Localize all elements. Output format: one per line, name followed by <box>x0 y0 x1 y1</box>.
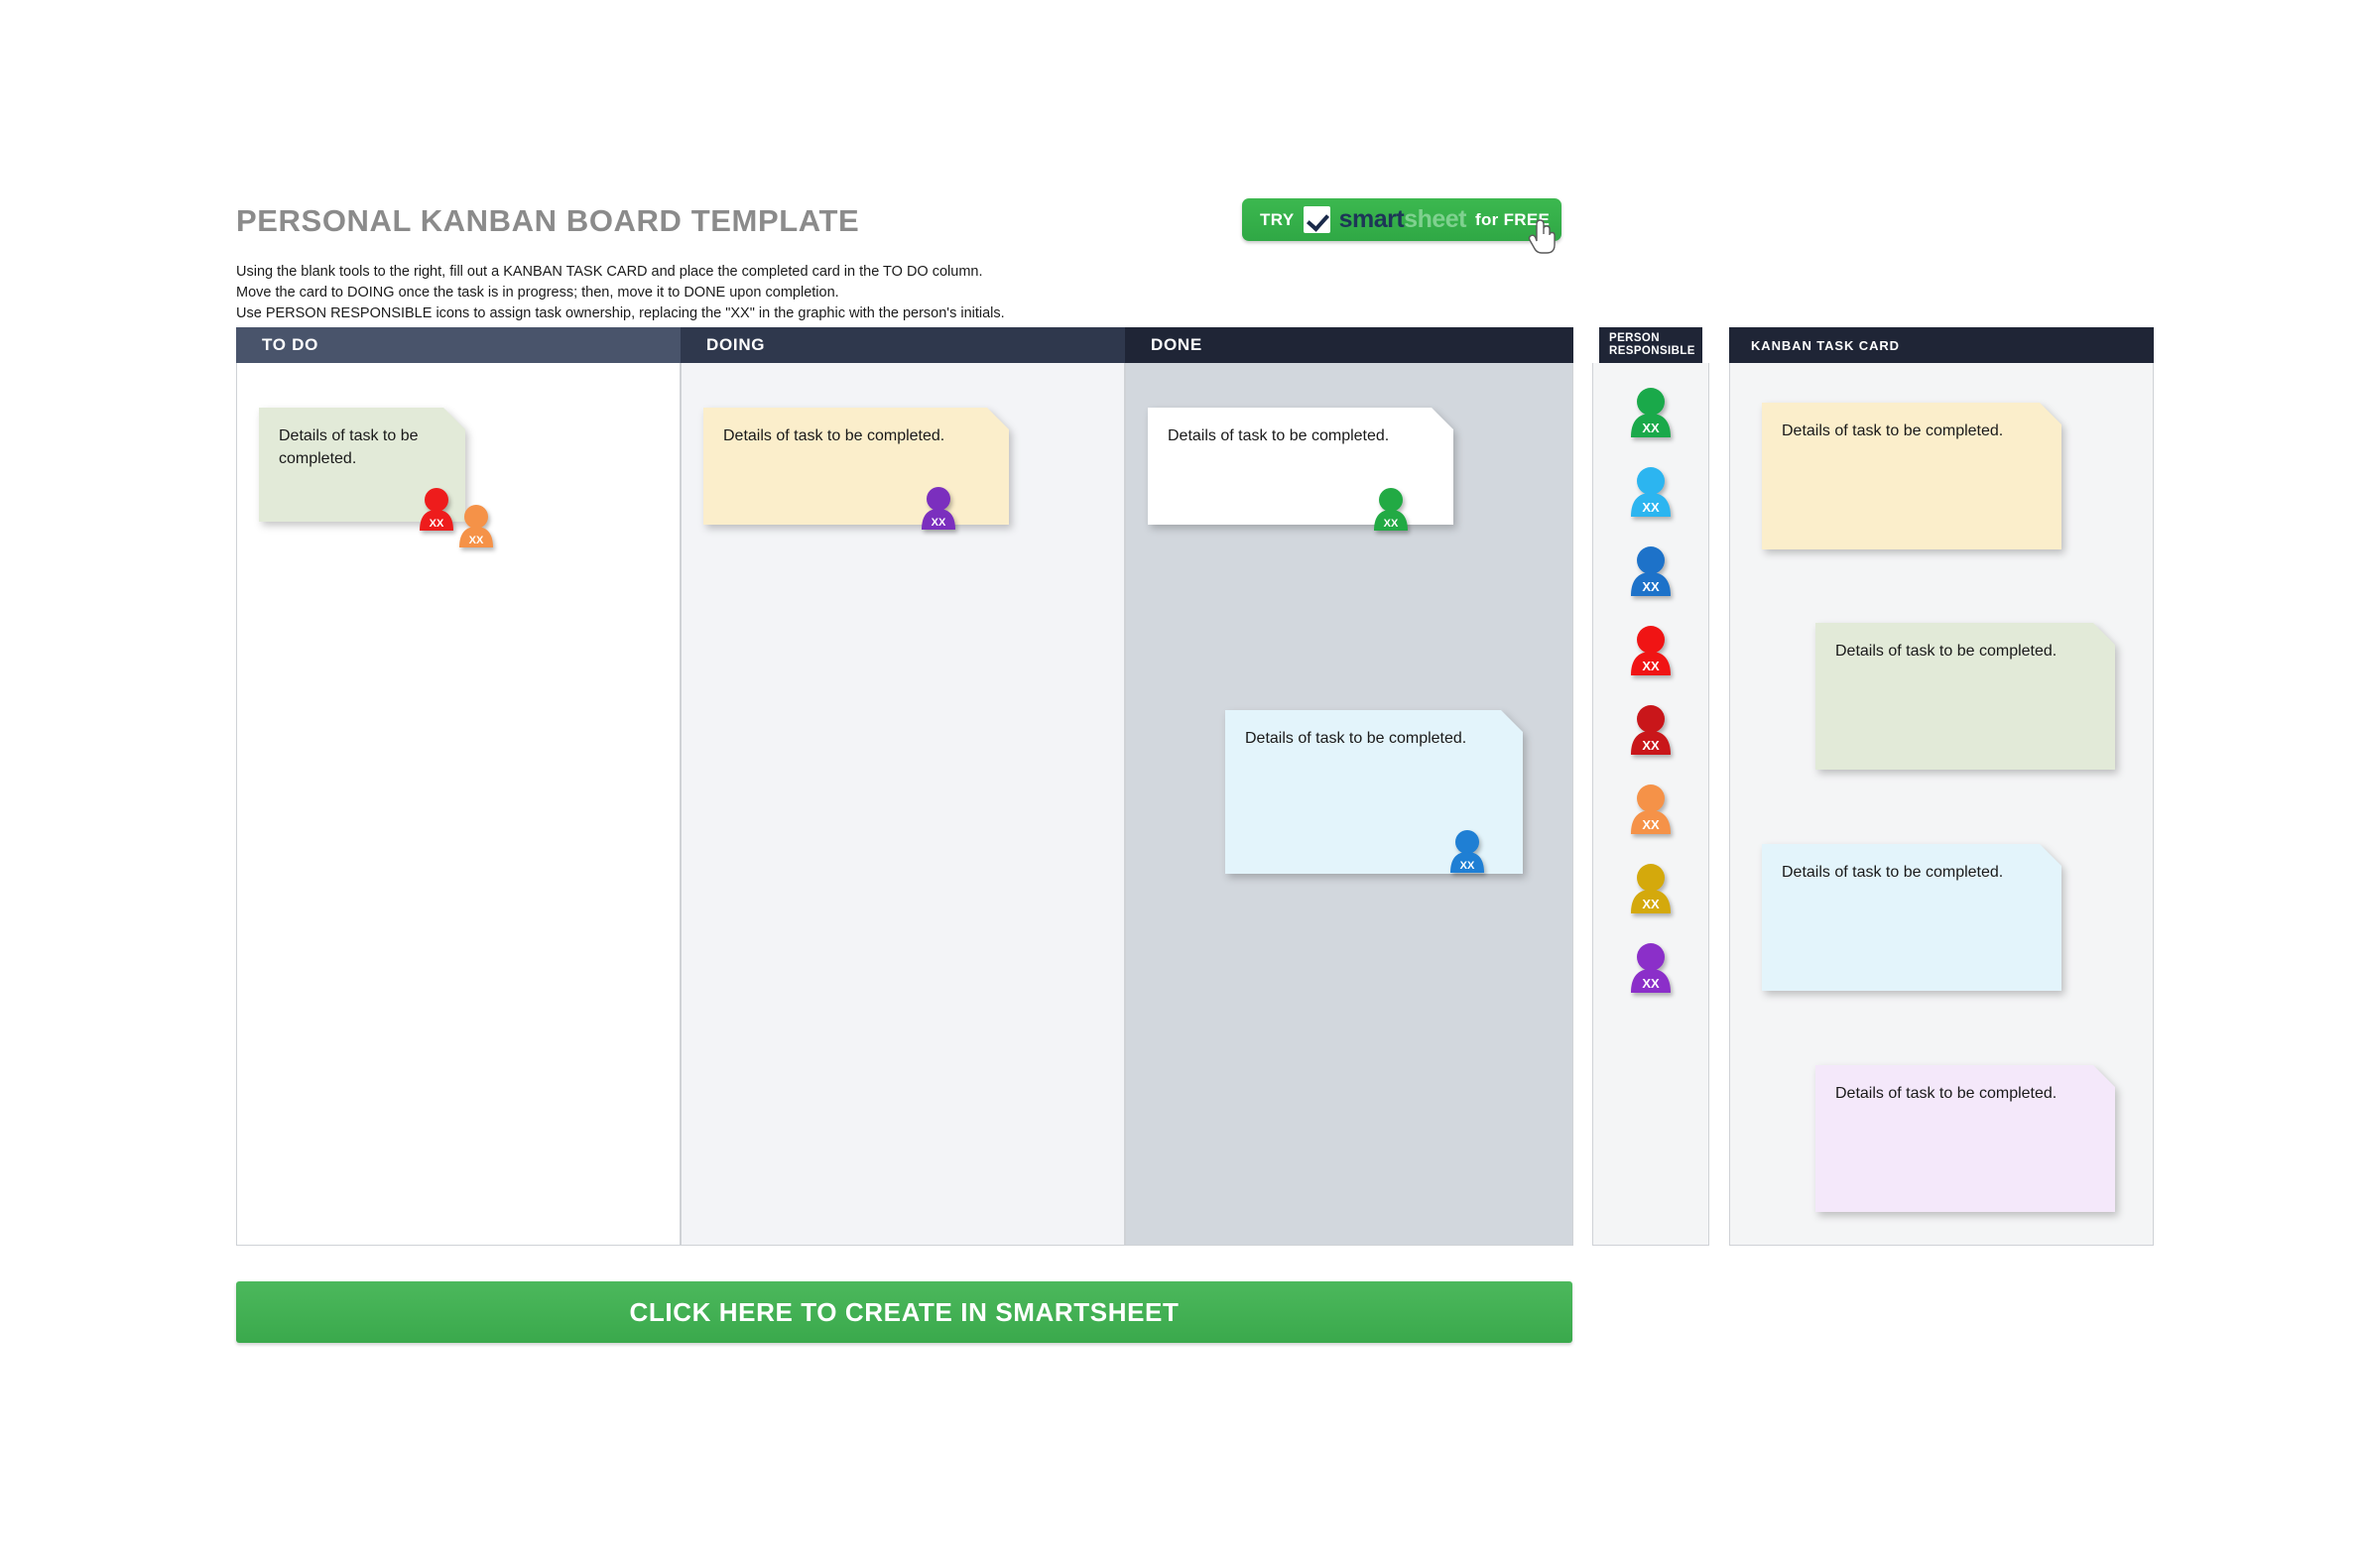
create-in-smartsheet-button[interactable]: CLICK HERE TO CREATE IN SMARTSHEET <box>236 1281 1572 1343</box>
task-card-text: Details of task to be completed. <box>723 427 945 444</box>
column-body-todo[interactable]: Details of task to be completed. XX XX <box>236 363 681 1246</box>
person-icon-dark-red[interactable]: XX <box>1629 702 1673 757</box>
kanban-template-page: PERSONAL KANBAN BOARD TEMPLATE Using the… <box>0 0 2370 1568</box>
task-card-text: Details of task to be completed. <box>1168 427 1390 444</box>
person-icon-green[interactable]: XX <box>1629 385 1673 439</box>
instruction-line-3: Use PERSON RESPONSIBLE icons to assign t… <box>236 305 1005 321</box>
column-header-person-responsible: PERSON RESPONSIBLE <box>1599 327 1702 363</box>
person-responsible-icon[interactable]: XX <box>1448 827 1486 875</box>
person-initials: XX <box>1642 976 1660 991</box>
person-icon-blue[interactable]: XX <box>1629 543 1673 598</box>
kanban-task-card-palette[interactable]: Details of task to be completed. Details… <box>1729 363 2154 1246</box>
blank-task-card[interactable]: Details of task to be completed. <box>1762 844 2061 991</box>
person-responsible-icon[interactable]: XX <box>457 502 495 549</box>
column-header-kanban-task-card: KANBAN TASK CARD <box>1729 327 2154 363</box>
smartsheet-logo: smartsheet <box>1338 205 1467 233</box>
blank-task-card[interactable]: Details of task to be completed. <box>1815 623 2115 770</box>
person-icon-orange[interactable]: XX <box>1629 782 1673 836</box>
person-responsible-header-line2: RESPONSIBLE <box>1609 345 1695 357</box>
task-card-text: Details of task to be completed. <box>279 427 419 467</box>
person-initials: XX <box>469 535 484 546</box>
person-icon-red[interactable]: XX <box>1629 623 1673 677</box>
person-icon-purple[interactable]: XX <box>1629 940 1673 995</box>
person-initials: XX <box>1642 579 1660 594</box>
column-todo: TO DO Details of task to be completed. X… <box>236 327 681 1246</box>
person-initials: XX <box>1642 738 1660 753</box>
column-header-doing: DOING <box>681 327 1125 363</box>
column-body-doing[interactable]: Details of task to be completed. XX <box>681 363 1125 1246</box>
person-initials: XX <box>1642 500 1660 515</box>
person-icon-gold[interactable]: XX <box>1629 861 1673 915</box>
person-icon-light-blue[interactable]: XX <box>1629 464 1673 519</box>
column-body-done[interactable]: Details of task to be completed. XX Deta… <box>1125 363 1573 1246</box>
person-responsible-icon[interactable]: XX <box>920 484 957 532</box>
column-header-done: DONE <box>1125 327 1573 363</box>
person-initials: XX <box>932 517 946 529</box>
blank-task-card[interactable]: Details of task to be completed. <box>1815 1065 2115 1212</box>
person-initials: XX <box>1642 421 1660 435</box>
person-initials: XX <box>1460 860 1475 872</box>
smartsheet-logo-sheet: sheet <box>1404 205 1466 233</box>
column-done: DONE Details of task to be completed. XX <box>1125 327 1573 1246</box>
instructions-block: Using the blank tools to the right, fill… <box>236 262 1169 324</box>
hand-cursor-icon <box>1528 219 1556 254</box>
person-responsible-icon[interactable]: XX <box>418 485 455 533</box>
checkbox-checked-icon <box>1303 206 1330 233</box>
person-initials: XX <box>1642 897 1660 911</box>
person-responsible-icon[interactable]: XX <box>1372 485 1410 533</box>
blank-task-card-text: Details of task to be completed. <box>1782 864 2004 881</box>
blank-task-card-text: Details of task to be completed. <box>1835 1085 2058 1102</box>
smartsheet-logo-smart: smart <box>1338 205 1405 233</box>
blank-task-card[interactable]: Details of task to be completed. <box>1762 403 2061 549</box>
person-initials: XX <box>430 518 444 530</box>
blank-task-card-text: Details of task to be completed. <box>1835 643 2058 660</box>
column-person-responsible: PERSON RESPONSIBLE XX XX XX XX XX XX XX … <box>1592 327 1709 1246</box>
column-doing: DOING Details of task to be completed. X <box>681 327 1125 1246</box>
try-label: TRY <box>1260 209 1295 229</box>
page-title: PERSONAL KANBAN BOARD TEMPLATE <box>236 203 860 238</box>
person-responsible-palette[interactable]: XX XX XX XX XX XX XX XX <box>1592 363 1709 1246</box>
task-card[interactable]: Details of task to be completed. <box>703 408 1009 525</box>
column-kanban-task-card: KANBAN TASK CARD Details of task to be c… <box>1729 327 2154 1246</box>
person-responsible-header-line1: PERSON <box>1609 332 1660 344</box>
person-initials: XX <box>1642 659 1660 673</box>
task-card-text: Details of task to be completed. <box>1245 730 1467 747</box>
instruction-line-1: Using the blank tools to the right, fill… <box>236 264 983 280</box>
person-initials: XX <box>1642 817 1660 832</box>
try-smartsheet-button[interactable]: TRY smartsheet for FREE <box>1242 198 1561 254</box>
column-header-todo: TO DO <box>236 327 681 363</box>
person-initials: XX <box>1384 518 1399 530</box>
blank-task-card-text: Details of task to be completed. <box>1782 422 2004 439</box>
instruction-line-2: Move the card to DOING once the task is … <box>236 285 839 301</box>
